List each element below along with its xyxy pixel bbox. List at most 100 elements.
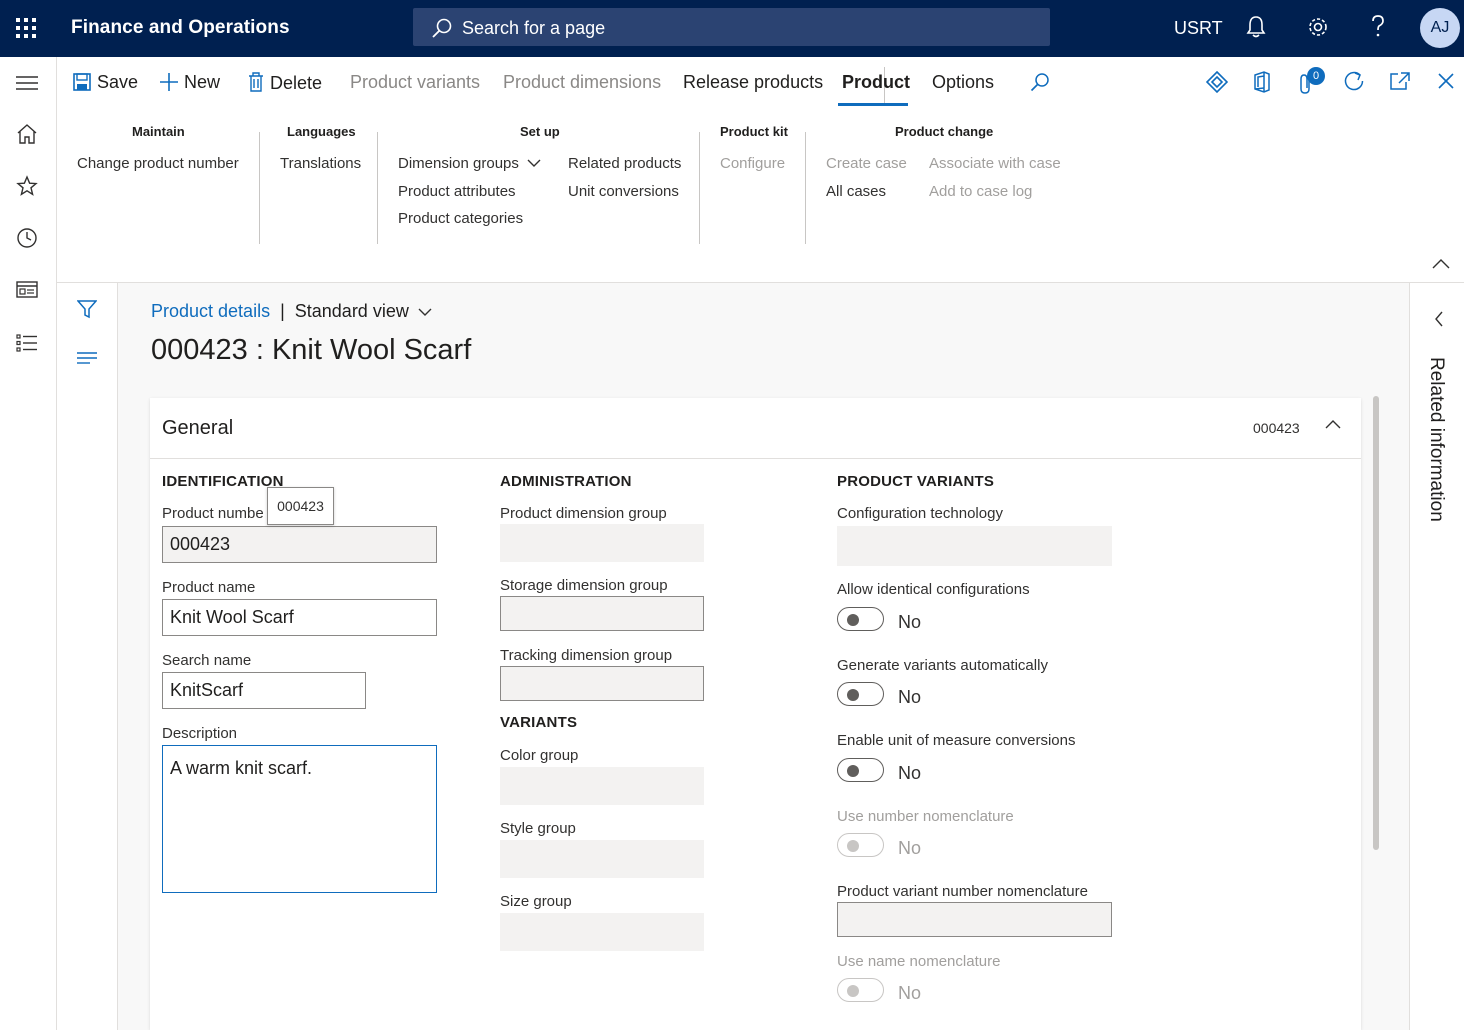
create-case-button[interactable]: Create case [826, 155, 907, 172]
view-selector[interactable]: Standard view [295, 301, 432, 321]
clock-icon[interactable] [16, 227, 38, 249]
gear-icon[interactable] [1306, 14, 1330, 40]
style-group-field[interactable] [500, 840, 704, 878]
hamburger-icon[interactable] [16, 75, 38, 91]
chevron-up-icon[interactable] [1324, 418, 1342, 430]
content-scrollbar[interactable] [1373, 396, 1379, 850]
product-name-field[interactable]: Knit Wool Scarf [162, 599, 437, 636]
release-products-button[interactable]: Release products [683, 72, 823, 93]
size-group-field[interactable] [500, 913, 704, 951]
enable-uom-value: No [898, 763, 922, 783]
group-languages-title: Languages [287, 124, 356, 139]
list-view-icon[interactable] [77, 351, 97, 365]
color-group-field[interactable] [500, 767, 704, 805]
breadcrumb-link[interactable]: Product details [151, 301, 270, 321]
delete-button[interactable]: Delete [248, 72, 322, 94]
dimension-groups-button[interactable]: Dimension groups [398, 155, 541, 172]
storage-dimension-group-field[interactable] [500, 596, 704, 631]
group-divider [377, 132, 378, 244]
related-information-label[interactable]: Related information [1425, 357, 1447, 522]
associate-with-case-button[interactable]: Associate with case [929, 155, 1061, 172]
collapse-ribbon-icon[interactable] [1431, 258, 1451, 270]
allow-identical-label: Allow identical configurations [837, 581, 1030, 598]
group-divider [699, 132, 700, 244]
office-icon[interactable] [1253, 71, 1271, 93]
variant-number-nomenclature-label: Product variant number nomenclature [837, 883, 1088, 900]
plus-icon [160, 73, 178, 91]
description-label: Description [162, 725, 238, 742]
group-maintain-title: Maintain [132, 124, 185, 139]
workspace-icon[interactable] [16, 280, 38, 300]
product-number-label: Product numbe [162, 505, 264, 522]
administration-title: ADMINISTRATION [500, 473, 632, 490]
group-divider [259, 132, 260, 244]
refresh-icon[interactable] [1343, 70, 1365, 92]
use-number-nomenclature-value: No [898, 838, 922, 858]
tracking-dimension-group-field[interactable] [500, 666, 704, 701]
app-title[interactable]: Finance and Operations [71, 17, 290, 39]
search-icon [432, 18, 452, 38]
avatar[interactable]: AJ [1420, 8, 1460, 48]
star-icon[interactable] [16, 175, 38, 197]
variants-title: VARIANTS [500, 714, 578, 731]
search-name-label: Search name [162, 652, 252, 669]
dimension-groups-label: Dimension groups [398, 155, 519, 172]
use-name-nomenclature-toggle[interactable] [837, 978, 884, 1002]
product-dimension-group-label: Product dimension group [500, 505, 667, 522]
search-name-field[interactable]: KnitScarf [162, 672, 366, 709]
page-title: 000423 : Knit Wool Scarf [151, 334, 472, 366]
use-number-nomenclature-toggle[interactable] [837, 833, 884, 857]
save-label: Save [97, 72, 139, 92]
configuration-technology-label: Configuration technology [837, 505, 1003, 522]
modules-list-icon[interactable] [16, 333, 38, 353]
tab-options[interactable]: Options [932, 72, 994, 93]
enable-uom-toggle[interactable] [837, 758, 884, 782]
configure-button[interactable]: Configure [720, 155, 785, 172]
allow-identical-toggle[interactable] [837, 607, 884, 631]
product-dimension-group-field[interactable] [500, 524, 704, 562]
open-new-window-icon[interactable] [1389, 71, 1411, 91]
product-number-field[interactable]: 000423 [162, 526, 437, 563]
configuration-technology-field[interactable] [837, 526, 1112, 566]
close-icon[interactable] [1438, 73, 1454, 89]
bell-icon[interactable] [1246, 14, 1266, 40]
search-input[interactable]: Search for a page [413, 8, 1050, 46]
product-dimensions-button[interactable]: Product dimensions [503, 72, 661, 93]
new-button[interactable]: New [160, 72, 220, 93]
filter-icon[interactable] [77, 299, 97, 319]
variant-number-nomenclature-field[interactable] [837, 902, 1112, 937]
product-categories-button[interactable]: Product categories [398, 210, 523, 227]
chevron-down-icon [527, 159, 541, 167]
change-product-number-button[interactable]: Change product number [77, 155, 239, 172]
description-field[interactable]: A warm knit scarf. [162, 745, 437, 893]
help-icon[interactable] [1369, 14, 1387, 40]
general-title: General [162, 417, 234, 439]
color-group-label: Color group [500, 747, 579, 764]
group-divider [805, 132, 806, 244]
all-cases-button[interactable]: All cases [826, 183, 886, 200]
home-icon[interactable] [16, 123, 38, 145]
tab-product[interactable]: Product [842, 72, 910, 93]
related-products-button[interactable]: Related products [568, 155, 681, 172]
app-launcher-icon[interactable] [14, 16, 38, 40]
use-name-nomenclature-value: No [898, 983, 922, 1003]
tracking-dimension-group-label: Tracking dimension group [500, 647, 673, 664]
left-navigation [0, 57, 57, 1030]
translations-button[interactable]: Translations [280, 155, 361, 172]
unit-conversions-button[interactable]: Unit conversions [568, 183, 679, 200]
save-button[interactable]: Save [73, 72, 138, 93]
attachments-count-badge: 0 [1307, 67, 1325, 85]
add-to-case-log-button[interactable]: Add to case log [929, 183, 1032, 200]
generate-variants-label: Generate variants automatically [837, 657, 1048, 674]
generate-variants-toggle[interactable] [837, 682, 884, 706]
general-fasttab-header[interactable]: General 000423 [150, 398, 1361, 459]
product-variants-button[interactable]: Product variants [350, 72, 480, 93]
power-apps-icon[interactable] [1206, 71, 1228, 93]
generate-variants-value: No [898, 687, 922, 707]
product-attributes-button[interactable]: Product attributes [398, 183, 516, 200]
identification-title: IDENTIFICATION [162, 473, 284, 490]
company-picker[interactable]: USRT [1174, 18, 1223, 39]
chevron-left-icon[interactable] [1434, 311, 1444, 327]
action-search-icon[interactable] [1030, 72, 1050, 92]
product-variants-title: PRODUCT VARIANTS [837, 473, 995, 490]
